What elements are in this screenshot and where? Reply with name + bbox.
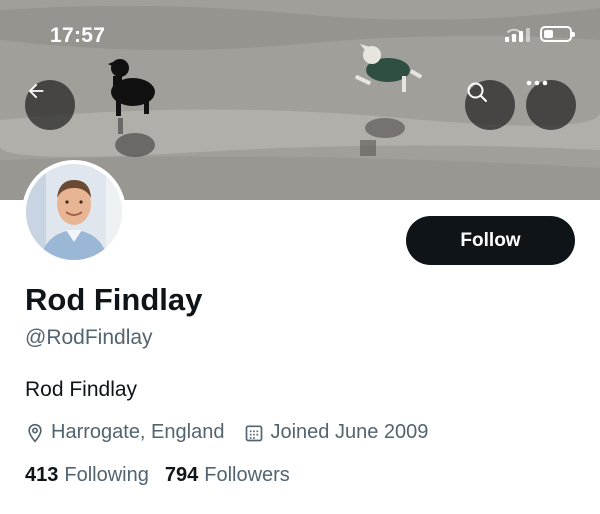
following-label: Following bbox=[64, 464, 149, 486]
search-button[interactable] bbox=[465, 80, 515, 130]
location-pin-icon bbox=[28, 423, 42, 443]
display-name: Rod Findlay bbox=[25, 282, 203, 317]
profile-bio: Rod Findlay bbox=[25, 378, 138, 401]
profile-handle: @RodFindlay bbox=[25, 326, 153, 349]
battery-icon bbox=[540, 26, 575, 42]
joined-item: Joined June 2009 bbox=[244, 421, 428, 444]
joined-text: Joined June 2009 bbox=[270, 421, 429, 443]
avatar-photo bbox=[26, 164, 122, 260]
back-arrow-icon bbox=[28, 83, 44, 99]
status-time: 17:57 bbox=[50, 24, 106, 47]
followers-label: Followers bbox=[204, 464, 290, 486]
following-link[interactable]: 413 Following bbox=[25, 464, 149, 487]
calendar-icon bbox=[246, 425, 263, 441]
profile-avatar[interactable] bbox=[22, 160, 126, 264]
profile-meta: Harrogate, England Joined June 2009 bbox=[25, 421, 428, 444]
wifi-icon bbox=[506, 28, 522, 39]
following-count: 413 bbox=[25, 464, 59, 486]
status-icons bbox=[505, 26, 575, 42]
more-options-button[interactable] bbox=[526, 80, 576, 130]
profile-stats: 413 Following 794 Followers bbox=[25, 464, 290, 487]
followers-count: 794 bbox=[164, 464, 199, 486]
location-item: Harrogate, England bbox=[25, 421, 224, 444]
back-button[interactable] bbox=[25, 80, 75, 130]
more-icon bbox=[526, 80, 548, 86]
followers-link[interactable]: 794 Followers bbox=[165, 464, 290, 487]
location-text: Harrogate, England bbox=[51, 421, 225, 443]
search-icon bbox=[467, 82, 487, 102]
follow-button[interactable]: Follow bbox=[406, 216, 575, 265]
